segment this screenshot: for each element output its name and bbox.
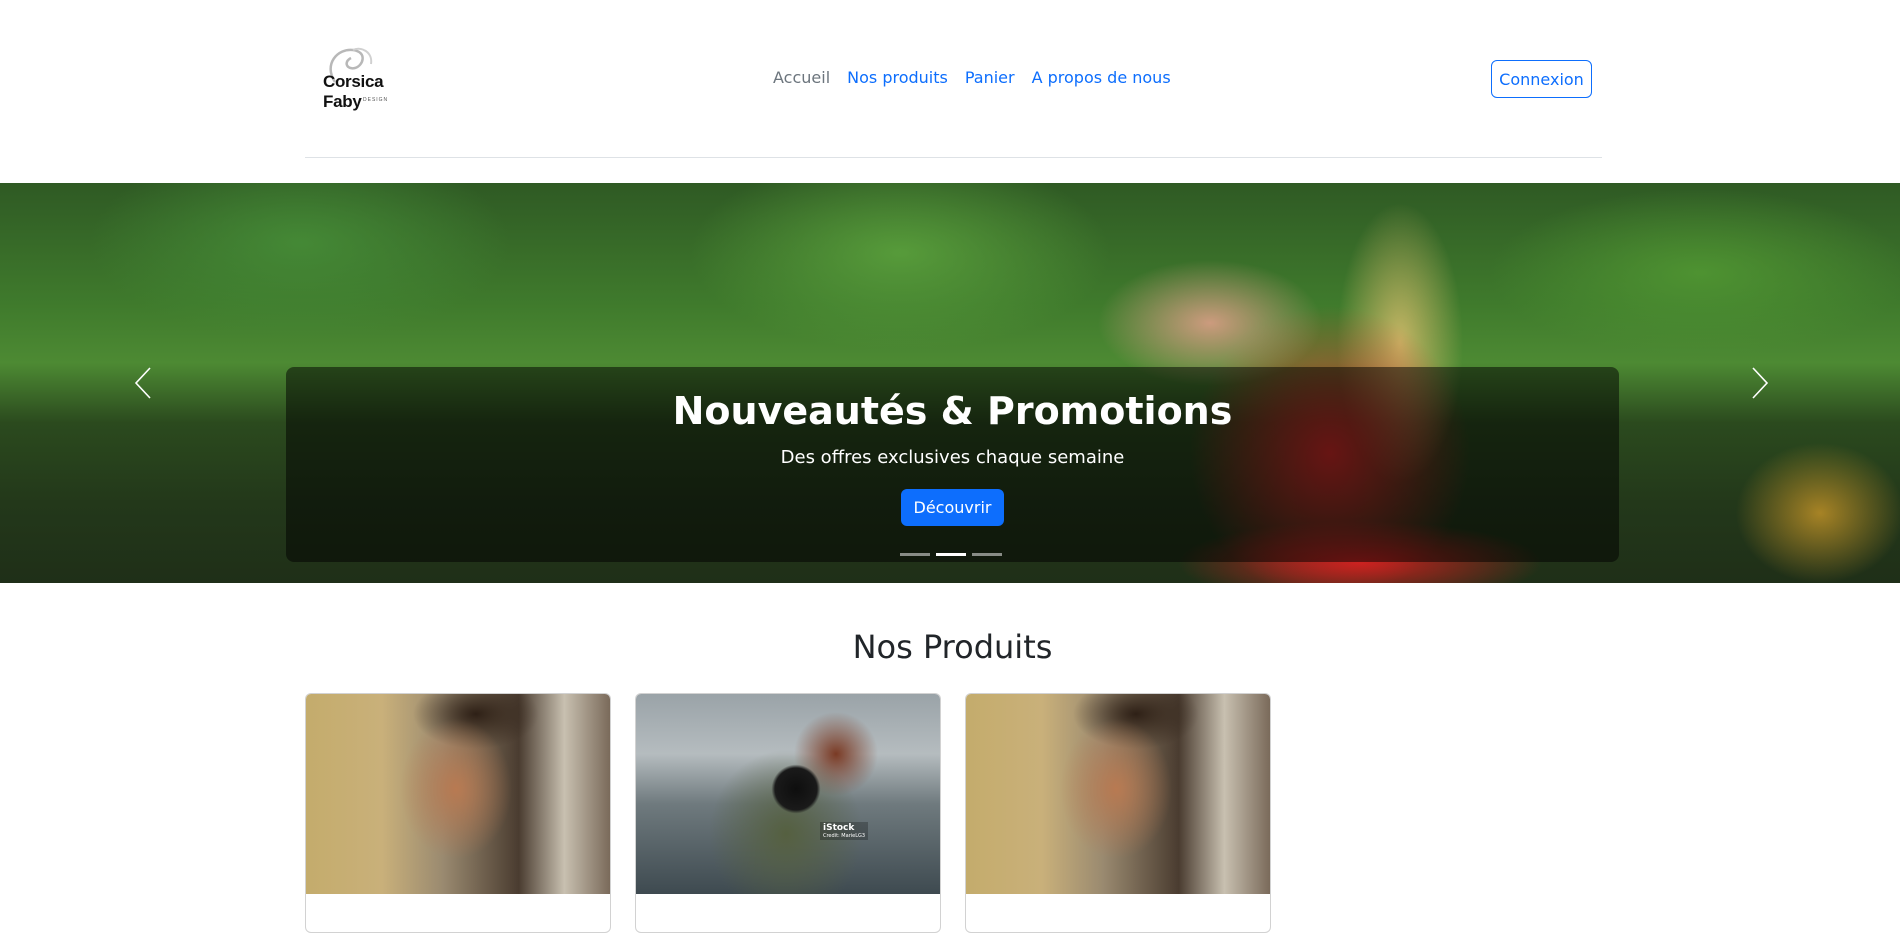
chevron-left-icon — [134, 367, 151, 399]
carousel-caption: Nouveautés & Promotions Des offres exclu… — [286, 367, 1619, 562]
product-image[interactable] — [966, 694, 1270, 894]
watermark-brand: iStock — [823, 823, 855, 833]
product-card[interactable] — [305, 693, 611, 933]
caption-title: Nouveautés & Promotions — [672, 389, 1233, 433]
brand-logo[interactable]: Corsica Faby DESIGN — [313, 44, 423, 111]
carousel-indicator-1[interactable] — [900, 553, 930, 556]
carousel-indicator-2[interactable] — [936, 553, 966, 556]
discover-button[interactable]: Découvrir — [900, 489, 1005, 526]
product-grid: iStock Credit: MarieLG3 — [305, 693, 1271, 933]
site-header: Corsica Faby DESIGN Accueil Nos produits… — [305, 0, 1602, 158]
product-image[interactable] — [306, 694, 610, 894]
stock-watermark: iStock Credit: MarieLG3 — [820, 822, 869, 840]
carousel-prev-button[interactable] — [83, 183, 203, 583]
product-image[interactable]: iStock Credit: MarieLG3 — [636, 694, 940, 894]
carousel-indicators — [900, 553, 1002, 556]
login-button[interactable]: Connexion — [1491, 60, 1592, 98]
brand-name: Corsica Faby — [323, 72, 384, 111]
brand-tagline: DESIGN — [363, 97, 389, 103]
product-card[interactable] — [965, 693, 1271, 933]
caption-text: Des offres exclusives chaque semaine — [780, 447, 1125, 468]
watermark-credit: Credit: MarieLG3 — [823, 833, 866, 839]
chevron-right-icon — [1752, 367, 1769, 399]
nav-item-accueil[interactable]: Accueil — [773, 68, 830, 87]
hero-carousel: Nouveautés & Promotions Des offres exclu… — [0, 183, 1900, 583]
carousel-indicator-3[interactable] — [972, 553, 1002, 556]
products-section-title: Nos Produits — [852, 628, 1053, 666]
nav-item-nos-produits[interactable]: Nos produits — [847, 68, 948, 87]
nav-item-a-propos[interactable]: A propos de nous — [1032, 68, 1171, 87]
nav-item-panier[interactable]: Panier — [965, 68, 1015, 87]
product-card[interactable]: iStock Credit: MarieLG3 — [635, 693, 941, 933]
carousel-next-button[interactable] — [1700, 183, 1820, 583]
main-nav: Accueil Nos produits Panier A propos de … — [773, 68, 1171, 87]
